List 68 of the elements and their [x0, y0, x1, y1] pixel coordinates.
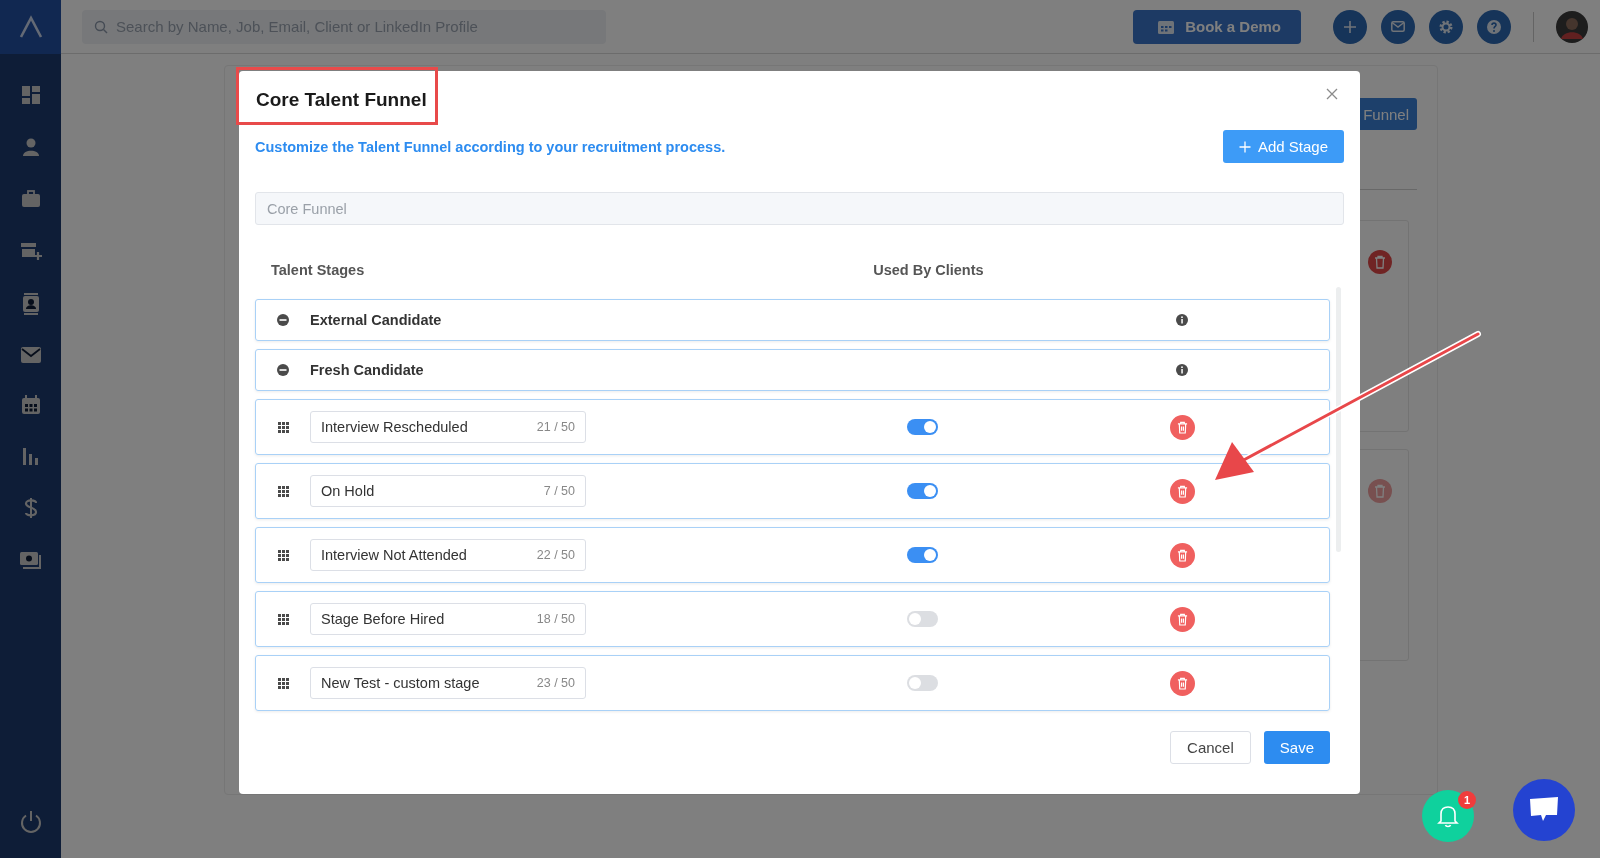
- cancel-button[interactable]: Cancel: [1170, 731, 1251, 764]
- dashboard-icon[interactable]: [20, 85, 41, 105]
- trash-icon: [1176, 676, 1188, 690]
- mail-icon: [1391, 21, 1405, 32]
- dollar-icon[interactable]: [23, 497, 38, 519]
- power-icon[interactable]: [18, 810, 43, 834]
- info-icon: [1176, 314, 1188, 326]
- toggle-switch[interactable]: [906, 547, 938, 563]
- logo-icon[interactable]: [0, 0, 61, 54]
- delete-button[interactable]: [1169, 478, 1195, 504]
- column-header: Used By Clients: [873, 262, 984, 278]
- store-plus-icon[interactable]: [19, 241, 42, 261]
- trash-icon: [1374, 484, 1386, 498]
- drag-handle-icon[interactable]: [277, 613, 289, 625]
- minus-icon[interactable]: [277, 314, 289, 326]
- briefcase-icon[interactable]: [20, 189, 41, 209]
- chat-icon: [1529, 797, 1559, 823]
- trash-icon: [1176, 548, 1188, 562]
- search-icon: [94, 19, 108, 34]
- trash-icon: [1176, 612, 1188, 626]
- scrollbar[interactable]: [1336, 287, 1341, 552]
- toggle-switch[interactable]: [906, 611, 938, 627]
- calendar-icon: [1157, 18, 1176, 35]
- toggle-switch[interactable]: [906, 483, 938, 499]
- add-button[interactable]: [1333, 9, 1367, 44]
- stage-name-field[interactable]: Interview Not Attended 22 / 50: [310, 539, 586, 571]
- stage-name-field[interactable]: New Test - custom stage 23 / 50: [310, 667, 586, 699]
- delete-button[interactable]: [1368, 479, 1392, 503]
- calendar-icon[interactable]: [20, 395, 41, 415]
- delete-button[interactable]: [1169, 414, 1195, 440]
- delete-button[interactable]: [1169, 670, 1195, 696]
- plus-icon: [1343, 19, 1357, 34]
- dialog-subtitle: Customize the Talent Funnel according to your recruitment process.: [255, 138, 726, 155]
- stage-name-field[interactable]: Interview Rescheduled 21 / 50: [310, 411, 586, 443]
- stage-name-field[interactable]: Stage Before Hired 18 / 50: [310, 603, 586, 635]
- cash-icon[interactable]: [18, 551, 43, 571]
- trash-icon: [1176, 420, 1188, 434]
- drag-handle-icon[interactable]: [277, 421, 289, 433]
- bell-icon: [1437, 804, 1459, 828]
- dialog-title: Core Talent Funnel: [256, 88, 427, 112]
- contact-card-icon[interactable]: [20, 293, 41, 315]
- mail-button[interactable]: [1381, 9, 1415, 44]
- bar-chart-icon[interactable]: [21, 447, 40, 465]
- stage-name: Fresh Candidate: [310, 362, 425, 378]
- avatar[interactable]: [1556, 10, 1588, 43]
- trash-icon: [1176, 484, 1188, 498]
- mail-icon[interactable]: [20, 347, 41, 363]
- plus-icon: [1238, 140, 1251, 153]
- close-icon[interactable]: [1326, 88, 1338, 100]
- stage-name: External Candidate: [310, 312, 443, 328]
- stage-name-field[interactable]: On Hold 7 / 50: [310, 475, 586, 507]
- trash-icon: [1374, 255, 1386, 269]
- delete-button[interactable]: [1368, 250, 1392, 274]
- toggle-switch[interactable]: [906, 675, 938, 691]
- settings-icon: [1438, 18, 1454, 35]
- drag-handle-icon[interactable]: [277, 549, 289, 561]
- settings-button[interactable]: [1429, 9, 1463, 44]
- person-icon[interactable]: [20, 137, 41, 157]
- column-header: Talent Stages: [271, 262, 365, 278]
- help-icon: [1486, 18, 1502, 35]
- delete-button[interactable]: [1169, 542, 1195, 568]
- drag-handle-icon[interactable]: [277, 677, 289, 689]
- drag-handle-icon[interactable]: [277, 485, 289, 497]
- delete-button[interactable]: [1169, 606, 1195, 632]
- info-icon: [1176, 364, 1188, 376]
- toggle-switch[interactable]: [906, 419, 938, 435]
- help-button[interactable]: [1477, 9, 1511, 44]
- minus-icon[interactable]: [277, 364, 289, 376]
